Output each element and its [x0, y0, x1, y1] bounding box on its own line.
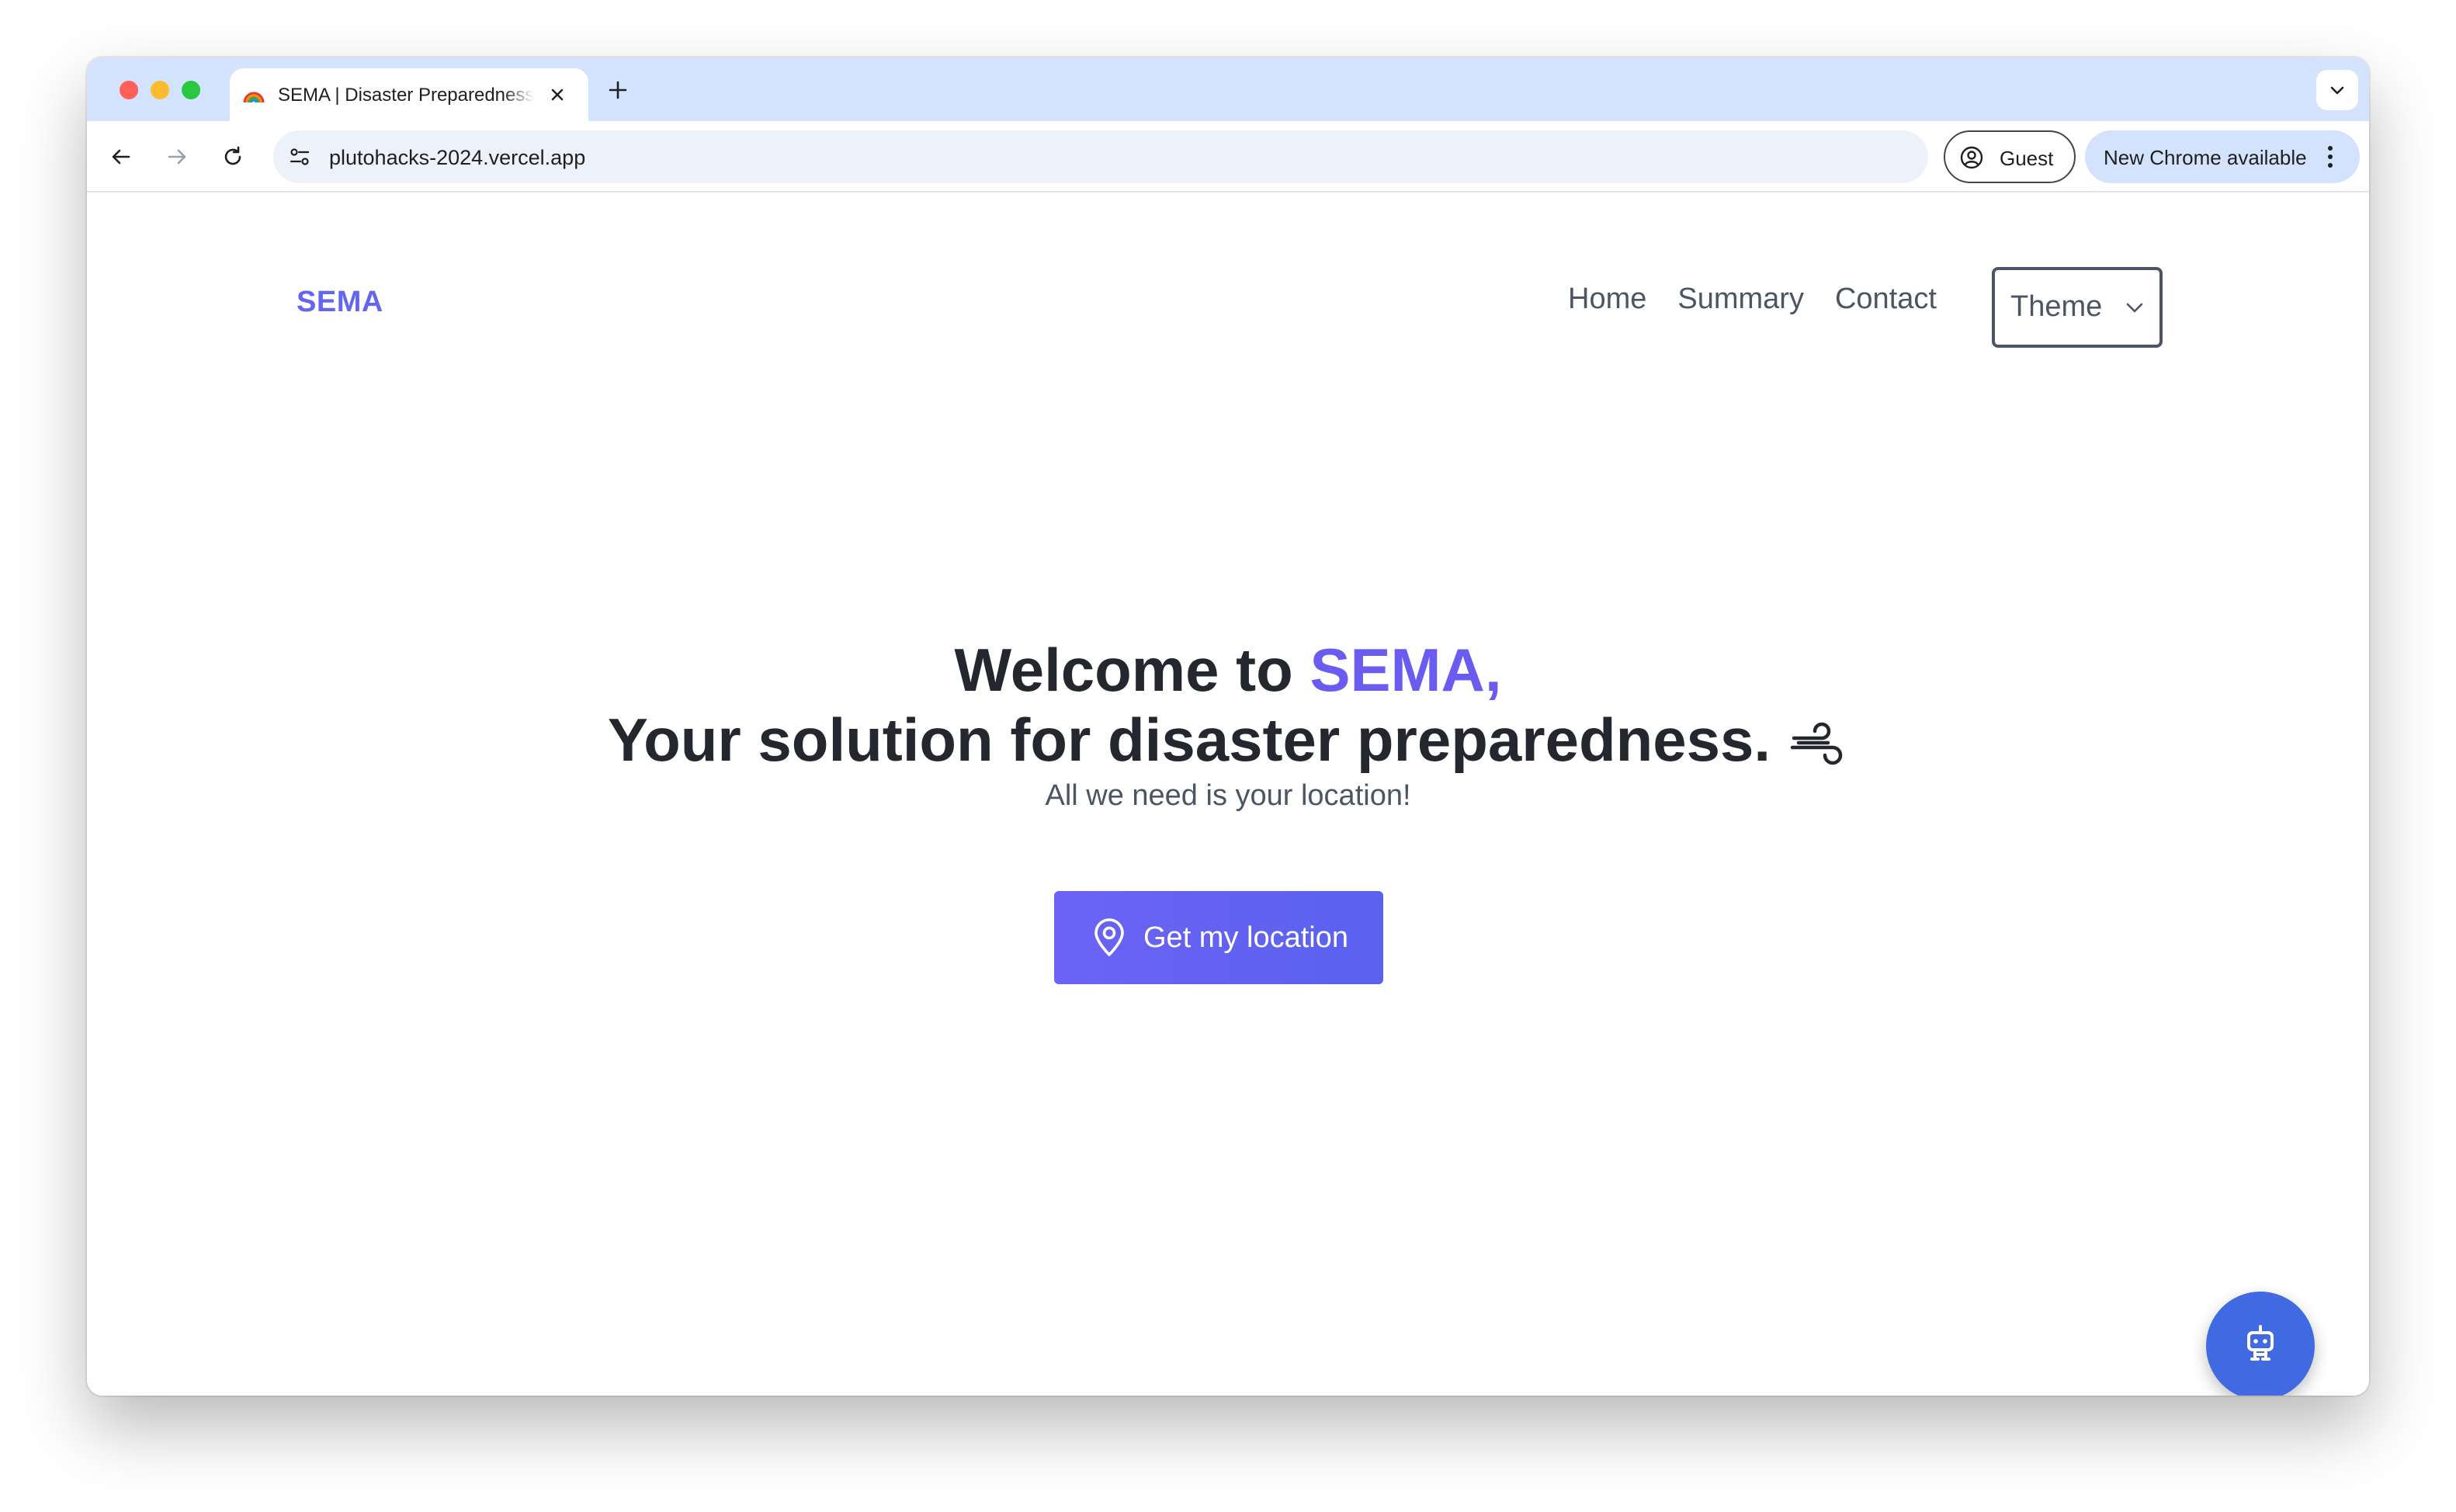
get-location-label: Get my location: [1143, 921, 1348, 954]
brand-logo[interactable]: SEMA: [297, 286, 383, 319]
hero-heading-line2: Your solution for disaster preparedness.: [87, 705, 2369, 775]
tab-close-icon[interactable]: [545, 82, 570, 107]
url-text: plutohacks-2024.vercel.app: [329, 146, 586, 169]
chevron-down-icon: [2330, 86, 2344, 95]
arrow-right-icon: [168, 149, 186, 165]
browser-window: SEMA | Disaster Preparedness plutohacks-: [87, 57, 2369, 1396]
tab-title: SEMA | Disaster Preparedness: [278, 85, 534, 106]
forward-button[interactable]: [158, 138, 196, 175]
hero-brand-accent: SEMA,: [1310, 636, 1502, 704]
maximize-window-button[interactable]: [182, 81, 200, 99]
page-viewport: SEMA Home Summary Contact Theme Welcome …: [87, 192, 2369, 1396]
hero-heading-line1: Welcome to SEMA,: [87, 635, 2369, 705]
profile-label: Guest: [2000, 147, 2054, 170]
nav-link-summary[interactable]: Summary: [1677, 283, 1804, 316]
new-tab-button[interactable]: [602, 75, 633, 106]
chevron-down-icon: [2126, 303, 2143, 313]
tab-strip: SEMA | Disaster Preparedness: [87, 57, 2369, 121]
back-button[interactable]: [102, 138, 140, 175]
address-bar[interactable]: plutohacks-2024.vercel.app: [273, 130, 1928, 183]
reload-icon: [224, 146, 241, 165]
chatbot-button[interactable]: [2206, 1292, 2315, 1396]
tab-search-button[interactable]: [2316, 70, 2358, 110]
hero-section: Welcome to SEMA, Your solution for disas…: [87, 635, 2369, 813]
account-icon: [1960, 146, 1983, 169]
profile-button[interactable]: Guest: [1944, 130, 2076, 183]
get-location-button[interactable]: Get my location: [1054, 891, 1383, 984]
close-window-button[interactable]: [120, 81, 138, 99]
main-nav: Home Summary Contact: [1568, 283, 1937, 316]
nav-link-contact[interactable]: Contact: [1835, 283, 1937, 316]
minimize-window-button[interactable]: [151, 81, 169, 99]
nav-link-home[interactable]: Home: [1568, 283, 1646, 316]
site-info-icon[interactable]: [284, 141, 315, 172]
hero-subtitle: All we need is your location!: [1045, 779, 1411, 812]
reload-button[interactable]: [214, 138, 251, 175]
theme-dropdown[interactable]: Theme: [1992, 267, 2163, 348]
rainbow-icon: [243, 92, 265, 103]
tab-active[interactable]: SEMA | Disaster Preparedness: [230, 68, 588, 121]
arrow-left-icon: [112, 149, 130, 165]
robot-icon: [2247, 1325, 2274, 1361]
browser-toolbar: plutohacks-2024.vercel.app Guest New Chr…: [87, 121, 2369, 192]
theme-label: Theme: [2010, 290, 2103, 323]
more-vert-icon: [2328, 146, 2333, 168]
map-pin-icon: [1094, 918, 1124, 956]
hero-tagline: Your solution for disaster preparedness.: [607, 706, 1771, 774]
wind-icon: [1790, 722, 1843, 765]
chrome-update-button[interactable]: New Chrome available: [2085, 130, 2360, 183]
update-label: New Chrome available: [2104, 146, 2307, 169]
hero-welcome-text: Welcome to: [954, 636, 1310, 704]
